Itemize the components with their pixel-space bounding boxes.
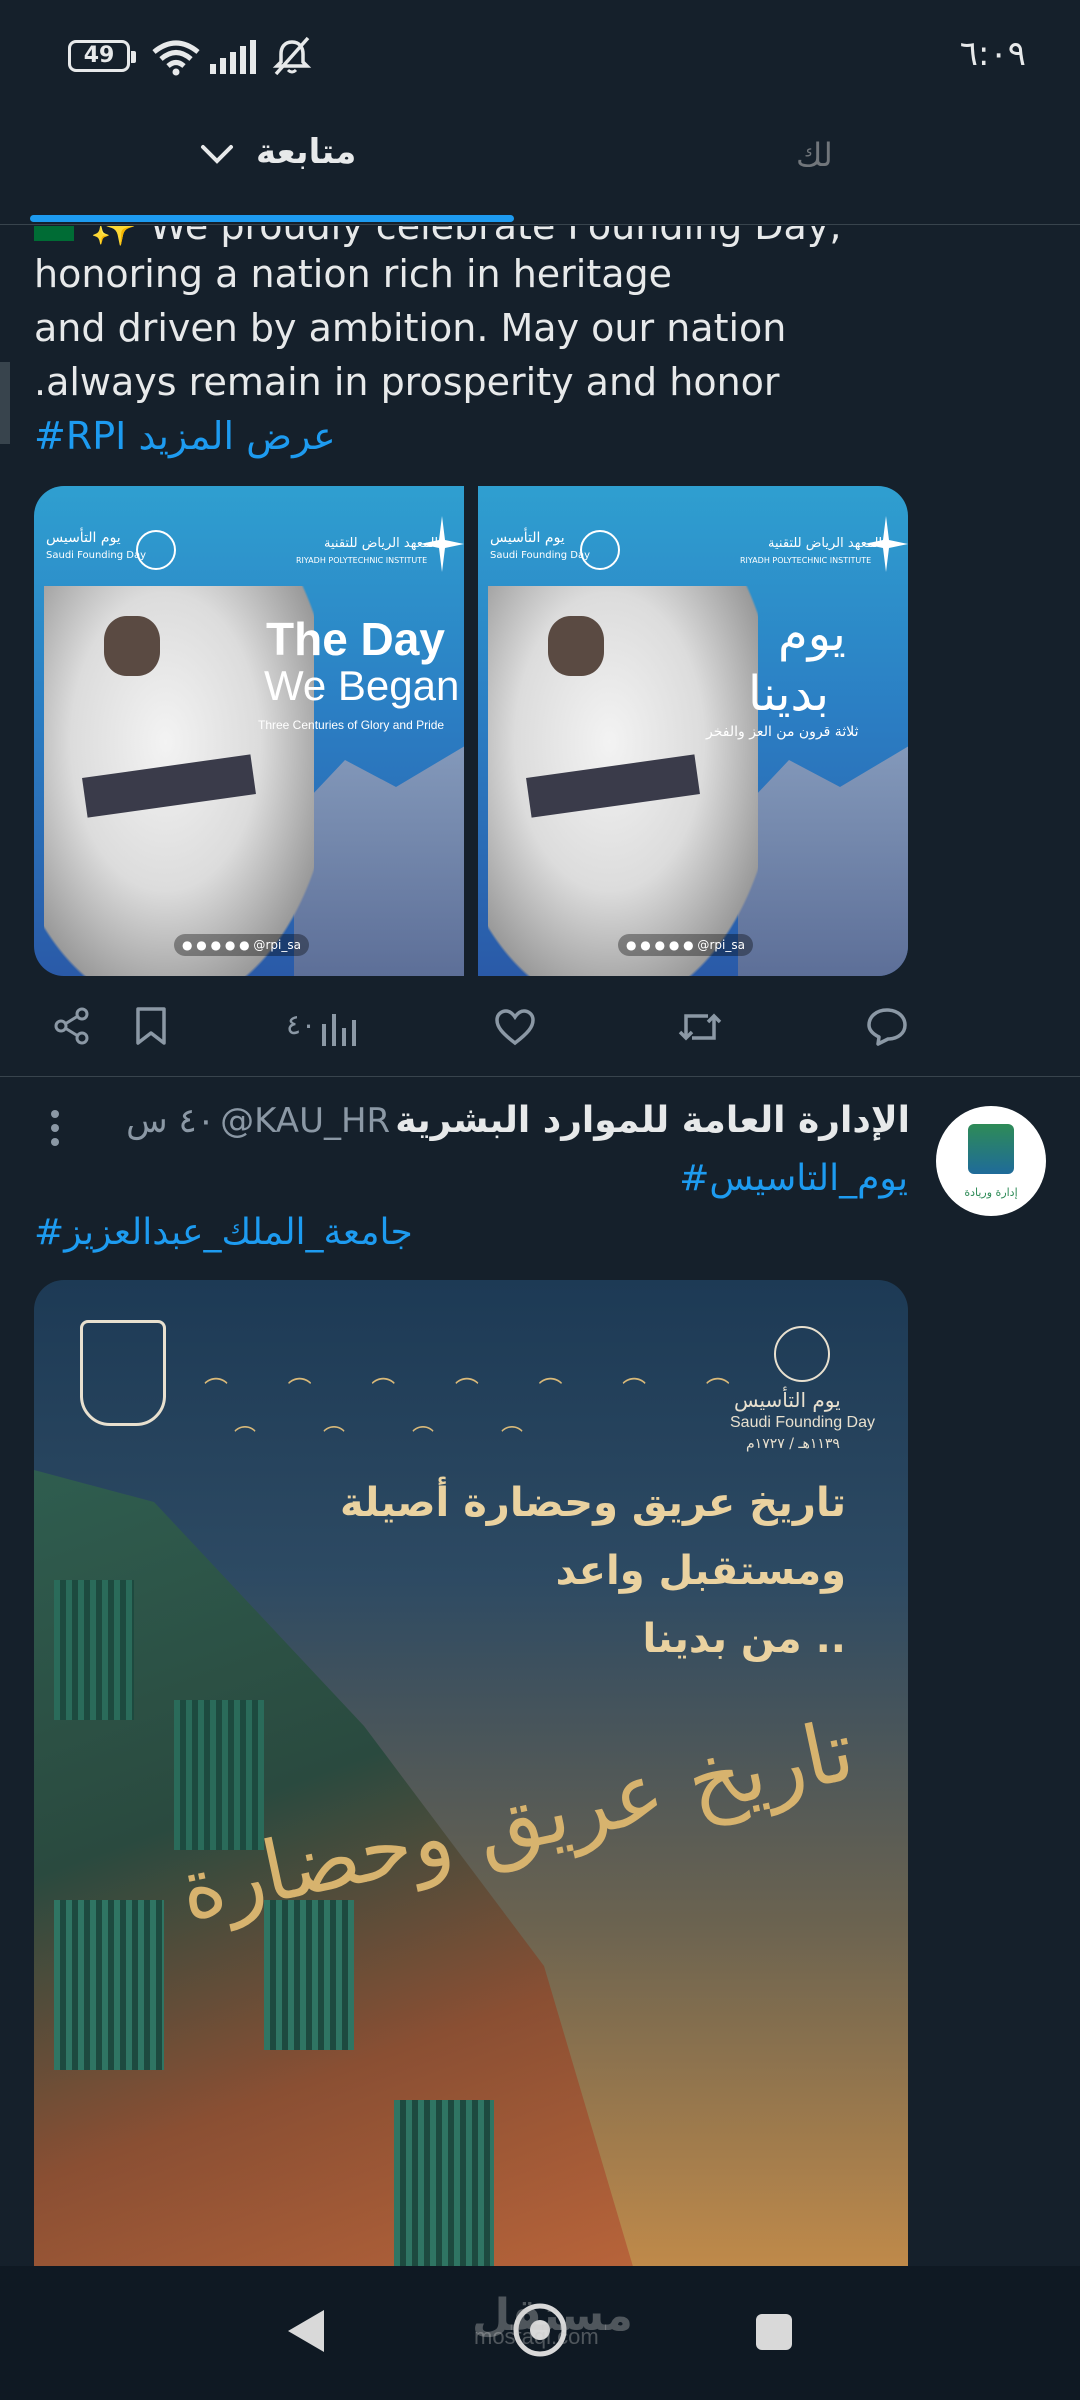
back-icon[interactable] [284,2306,328,2356]
founding-logo-ar: يوم التأسيس [490,530,565,546]
tweet-line-4: .always remain in prosperity and honor [34,360,780,404]
founding-logo-en: Saudi Founding Day [46,550,147,561]
founding-logo-en: Saudi Founding Day [490,550,591,561]
media-image-2[interactable]: يوم التأسيس Saudi Founding Day المعهد ال… [478,486,908,976]
building-window [394,2100,494,2270]
social-handle-badge: ● ● ● ● ● @rpi_sa [174,934,309,956]
views-icon [322,1014,356,1046]
recents-icon[interactable] [754,2312,794,2352]
repost-icon[interactable] [676,1008,724,1046]
tweet-line-1: We proudly celebrate Founding Day, [149,226,842,248]
building-window [54,1580,134,1720]
figure-face [104,616,160,676]
founding-seal-icon [136,530,176,570]
image-headline-1: تاريخ عريق وحضارة أصيلة [339,1480,846,1526]
institute-name-en: RIYADH POLYTECHNIC INSTITUTE [296,556,428,565]
status-time: ٦:٠٩ [959,34,1026,74]
tab-following-label: متابعة [256,132,357,172]
avatar[interactable]: إدارة وريادة [936,1106,1046,1216]
birds-decoration: ⌒ ⌒ ⌒ ⌒ [234,1426,553,1451]
tweet-author-line: ٤٠ س @KAU_HR الإدارة العامة للموارد البش… [126,1100,910,1141]
tweet2-media[interactable]: ⌒ ⌒ ⌒ ⌒ ⌒ ⌒ ⌒ ⌒ ⌒ ⌒ ⌒ يوم التأسيس Saudi … [34,1280,908,2270]
battery-icon: 49 [68,40,136,72]
building-window [264,1900,354,2050]
share-icon[interactable] [52,1006,92,1046]
tweet-divider [0,1076,1080,1077]
avatar-logo-icon [968,1124,1014,1174]
tweet-line-2: honoring a nation rich in heritage [34,252,673,296]
kau-emblem-icon [80,1320,166,1426]
image-subtitle: ثلاثة قرون من العز والفخر [706,724,859,740]
signal-icon [210,40,256,74]
bell-muted-icon [272,36,312,76]
founding-logo-ar: يوم التأسيس [46,530,121,546]
founding-seal-icon [580,530,620,570]
tweet-line-5: #RPI عرض المزيد [34,414,336,458]
founding-logo-en: Saudi Founding Day [730,1414,875,1431]
hashtag-link[interactable]: #RPI [34,414,126,458]
like-icon[interactable] [494,1008,536,1046]
building-window [54,1900,164,2070]
institute-name-en: RIYADH POLYTECHNIC INSTITUTE [740,556,872,565]
views-count: ٤٠ [286,1008,317,1041]
thread-line [0,362,10,444]
tweet-line-3: and driven by ambition. May our nation [34,306,787,350]
bookmark-icon[interactable] [134,1006,168,1046]
reply-icon[interactable] [866,1006,908,1046]
institute-star-icon [864,516,908,572]
image-headline-3: من بدينا .. [642,1616,846,1662]
more-options-icon[interactable] [48,1108,62,1148]
fort-silhouette [294,746,464,976]
active-tab-indicator [30,215,514,222]
tabs-divider [0,224,1080,225]
author-name[interactable]: الإدارة العامة للموارد البشرية [395,1100,910,1141]
hashtag-kau[interactable]: #جامعة_الملك_عبدالعزيز [34,1212,413,1253]
image-title-line1: يوم [778,606,846,662]
tweet-media[interactable]: يوم التأسيس Saudi Founding Day المعهد ال… [34,486,908,976]
image-subtitle: Three Centuries of Glory and Pride [258,718,445,732]
birds-decoration: ⌒ ⌒ ⌒ ⌒ ⌒ ⌒ ⌒ [204,1376,756,1404]
wifi-icon [152,40,200,76]
image-handle: rpi_sa [265,938,301,952]
social-handle-badge: ● ● ● ● ● @rpi_sa [618,934,753,956]
figure-face [548,616,604,676]
chevron-down-icon [201,145,233,164]
media-gap [464,486,478,976]
tweet-time: ٤٠ س [126,1101,216,1141]
flag-icon [34,226,74,241]
hashtag-founding-day[interactable]: #يوم_التاسيس [679,1158,908,1199]
tweet-text-first-line: ✨ We proudly celebrate Founding Day, [34,226,1044,252]
battery-level: 49 [83,43,115,68]
image-title-line2: We Began [264,662,460,709]
institute-star-icon [420,516,464,572]
founding-logo-ar: يوم التأسيس [734,1388,841,1412]
fort-silhouette [738,746,908,976]
image-handle: rpi_sa [709,938,745,952]
founding-dates: ١١٣٩هـ / ١٧٢٧م [746,1436,840,1452]
founding-seal-icon [774,1326,830,1382]
image-headline-2: ومستقبل واعد [555,1548,846,1594]
status-bar: 49 ٦:٠٩ [0,0,1080,110]
media-image-1[interactable]: يوم التأسيس Saudi Founding Day المعهد ال… [34,486,464,976]
show-more-link[interactable]: عرض المزيد [138,414,335,458]
image-title-line1: The Day [266,613,445,665]
image-title-line2: بدينا [748,666,830,722]
watermark-en: mostaql.com [474,2324,599,2349]
author-handle[interactable]: @KAU_HR [220,1101,390,1141]
avatar-caption: إدارة وريادة [964,1186,1018,1199]
tab-for-you[interactable]: لك [796,136,833,174]
sparkles-icon: ✨ [90,226,138,248]
